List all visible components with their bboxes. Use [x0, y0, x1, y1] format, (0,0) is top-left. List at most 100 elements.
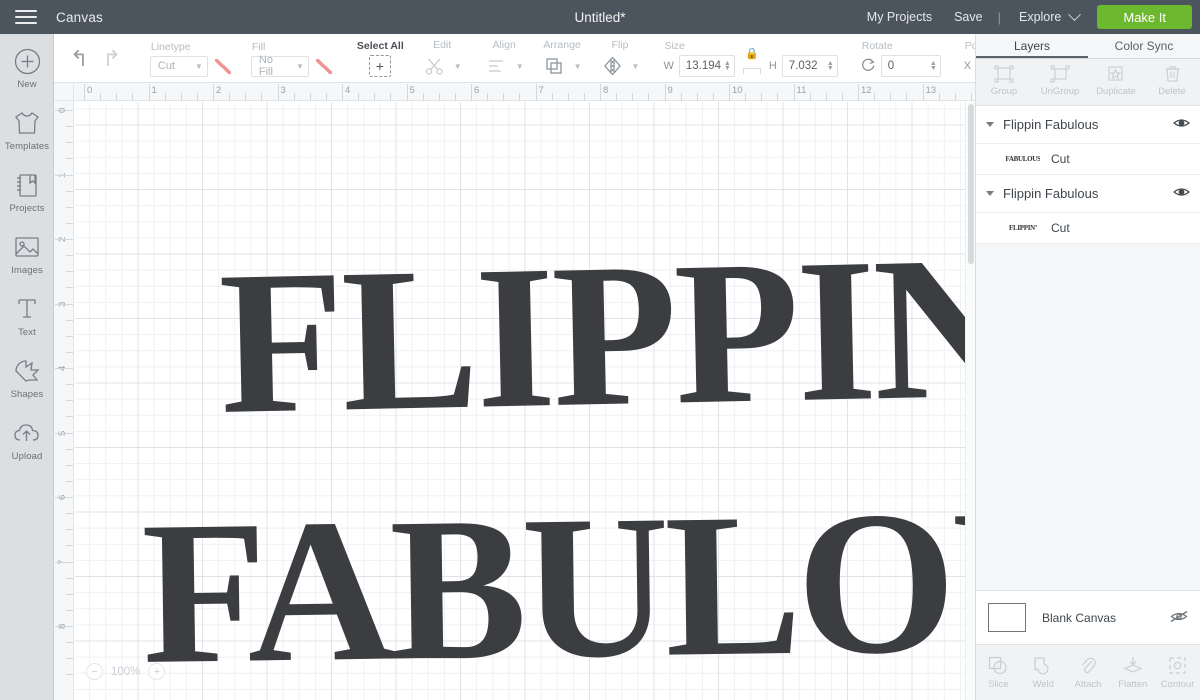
ungroup-label: UnGroup — [1040, 86, 1080, 97]
canvas-vertical-scrollbar[interactable] — [965, 102, 975, 700]
collapse-triangle-icon[interactable] — [986, 122, 994, 127]
select-all-button[interactable]: + — [368, 55, 391, 77]
sidebar-label-images: Images — [11, 265, 43, 276]
width-key: W — [663, 60, 674, 72]
chevron-down-icon[interactable]: ▼ — [454, 62, 462, 71]
eye-icon[interactable] — [1173, 117, 1190, 132]
layer-child-row[interactable]: FABULOUS Cut — [976, 144, 1200, 175]
right-panel: Layers Color Sync Group UnGroup Duplicat… — [975, 34, 1200, 700]
ruler-tick — [841, 93, 843, 101]
blank-canvas-swatch[interactable] — [988, 603, 1026, 632]
ruler-tick — [66, 142, 73, 144]
ruler-tick — [954, 93, 956, 101]
delete-button[interactable]: Delete — [1144, 59, 1200, 105]
ruler-tick — [132, 93, 134, 101]
zoom-out-button[interactable]: − — [86, 663, 103, 680]
sidebar-item-projects[interactable]: Projects — [0, 158, 54, 220]
contour-button[interactable]: Contour — [1155, 645, 1200, 700]
contour-icon — [1155, 654, 1200, 676]
undo-button[interactable]: ↰ — [63, 47, 95, 70]
explore-machine-selector[interactable]: Explore — [1005, 8, 1085, 24]
stepper-icon[interactable]: ▲▼ — [724, 60, 731, 72]
tab-color-sync[interactable]: Color Sync — [1088, 34, 1200, 58]
ruler-tick — [66, 271, 73, 273]
collapse-triangle-icon[interactable] — [986, 191, 994, 196]
stepper-icon[interactable]: ▲▼ — [930, 60, 937, 72]
linetype-color-swatch[interactable] — [213, 56, 233, 77]
fill-color-swatch[interactable] — [314, 56, 334, 77]
layer-child-row[interactable]: FLIPPIN’ Cut — [976, 213, 1200, 244]
rotate-group: Rotate 0 ▲ ▼ — [851, 34, 950, 83]
tab-layers[interactable]: Layers — [976, 34, 1088, 58]
zoom-in-button[interactable]: + — [148, 663, 166, 680]
flip-icon[interactable] — [600, 54, 626, 78]
select-all-label: Select All — [356, 40, 404, 52]
ruler-tick — [66, 642, 73, 644]
ruler-tick — [66, 190, 73, 192]
canvas-artwork[interactable]: FLIPPIN’ FABULOUS — [75, 102, 975, 700]
blank-canvas-row[interactable]: Blank Canvas — [976, 590, 1200, 644]
height-input[interactable]: 7.032 ▲ ▼ — [781, 55, 838, 77]
arrange-icon[interactable] — [542, 54, 568, 78]
ruler-tick — [229, 93, 231, 101]
artwork-text-line-1: FLIPPIN’ — [217, 212, 975, 457]
ruler-tick — [471, 84, 472, 101]
canvas-grid[interactable]: FLIPPIN’ FABULOUS — [75, 102, 975, 700]
align-icon[interactable] — [484, 54, 510, 78]
fill-select[interactable]: No Fill ▼ — [250, 54, 309, 78]
sidebar-item-shapes[interactable]: Shapes — [0, 344, 54, 406]
ruler-tick — [454, 93, 456, 101]
chevron-down-icon[interactable]: ▼ — [632, 62, 640, 71]
chevron-down-icon[interactable]: ▼ — [574, 62, 582, 71]
rotate-input[interactable]: 0 ▲ ▼ — [880, 55, 941, 77]
group-button[interactable]: Group — [976, 59, 1032, 105]
layer-thumbnail: FABULOUS — [1006, 155, 1040, 163]
sidebar-item-new[interactable]: New — [0, 34, 54, 96]
rotate-label: Rotate — [861, 40, 893, 52]
ungroup-button[interactable]: UnGroup — [1032, 59, 1088, 105]
duplicate-button[interactable]: Duplicate — [1088, 59, 1144, 105]
eye-off-icon[interactable] — [1170, 610, 1188, 626]
sidebar-item-templates[interactable]: Templates — [0, 96, 54, 158]
flatten-button[interactable]: Flatten — [1110, 645, 1155, 700]
arrange-label: Arrange — [543, 39, 581, 51]
history-group: ↰ ↱ — [54, 34, 137, 83]
ruler-label-h: 1 — [151, 85, 157, 96]
hamburger-menu-icon[interactable] — [0, 0, 52, 34]
ruler-tick — [84, 84, 85, 101]
artwork-svg[interactable]: FLIPPIN’ FABULOUS — [75, 102, 975, 700]
x-key: X — [963, 60, 972, 72]
layer-group-row[interactable]: Flippin Fabulous — [976, 106, 1200, 144]
ruler-tick — [66, 384, 73, 386]
ruler-tick — [148, 84, 150, 101]
save-button[interactable]: Save — [943, 10, 994, 24]
ruler-tick — [890, 93, 892, 101]
ruler-tick — [519, 93, 521, 101]
scrollbar-thumb[interactable] — [968, 104, 974, 264]
weld-button[interactable]: Weld — [1021, 645, 1066, 700]
linetype-select[interactable]: Cut ▼ — [149, 55, 208, 77]
slice-button[interactable]: Slice — [976, 645, 1021, 700]
sidebar-label-templates: Templates — [4, 141, 50, 152]
redo-button[interactable]: ↱ — [95, 47, 127, 70]
ruler-tick — [696, 93, 698, 101]
stepper-icon[interactable]: ▲▼ — [827, 60, 834, 72]
lock-aspect-icon[interactable]: 🔒 — [735, 47, 769, 60]
canvas-area[interactable]: 012345678910111213 012345678 FLIPPIN’ FA… — [54, 83, 975, 700]
ruler-tick — [567, 93, 569, 101]
sidebar-item-images[interactable]: Images — [0, 220, 54, 282]
eye-icon[interactable] — [1173, 186, 1190, 201]
make-it-button[interactable]: Make It — [1097, 5, 1192, 29]
layer-group-row[interactable]: Flippin Fabulous — [976, 175, 1200, 213]
chevron-down-icon[interactable]: ▼ — [516, 62, 524, 71]
sidebar-label-new: New — [17, 79, 37, 90]
edit-scissors-icon[interactable] — [422, 54, 448, 78]
linetype-value: Cut — [157, 60, 175, 72]
my-projects-link[interactable]: My Projects — [856, 10, 943, 24]
width-input[interactable]: 13.194 ▲ ▼ — [678, 55, 735, 77]
ruler-tick — [55, 303, 73, 305]
ruler-tick — [793, 84, 795, 101]
sidebar-item-upload[interactable]: Upload — [0, 406, 54, 468]
attach-button[interactable]: Attach — [1066, 645, 1111, 700]
sidebar-item-text[interactable]: Text — [0, 282, 54, 344]
